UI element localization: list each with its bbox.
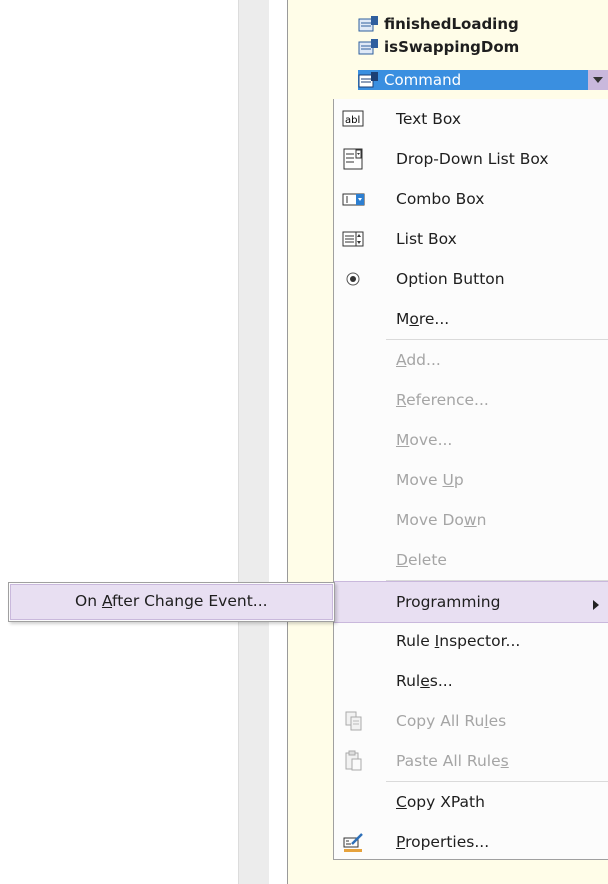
chevron-down-icon xyxy=(593,77,603,83)
chevron-right-icon xyxy=(593,596,599,614)
menu-item-rule-inspector[interactable]: Rule Inspector... xyxy=(334,621,608,661)
menu-item-copy-xpath[interactable]: Copy XPath xyxy=(334,782,608,822)
menu-item-drop-down-list-box[interactable]: Drop-Down List Box xyxy=(334,139,608,179)
option-button-icon xyxy=(342,267,366,291)
menu-item-more[interactable]: More... xyxy=(334,299,608,339)
tree-node-label: Command xyxy=(384,71,462,89)
tree-node-isswappingdom[interactable]: isSwappingDom xyxy=(358,37,519,57)
menu-item-copy-all-rules: Copy All Rules xyxy=(334,701,608,741)
menu-item-delete: Delete xyxy=(396,551,447,569)
menu-item-option-button[interactable]: Option Button xyxy=(334,259,608,299)
menu-item-list-box[interactable]: List Box xyxy=(334,219,608,259)
tree-node-finishedloading[interactable]: finishedLoading xyxy=(358,14,519,34)
svg-text:abl: abl xyxy=(345,115,360,126)
tree-node-command[interactable]: Command xyxy=(358,70,608,90)
tree-node-label: finishedLoading xyxy=(384,15,519,33)
menu-item-move-down: Move Down xyxy=(396,511,487,529)
menu-item-programming[interactable]: Programming xyxy=(334,581,608,623)
menu-item-paste-all-rules: Paste All Rules xyxy=(334,741,608,781)
combobox-icon xyxy=(342,187,366,211)
programming-submenu: On After Change Event... xyxy=(8,582,335,622)
field-attribute-icon xyxy=(358,38,380,56)
gutter-spacer xyxy=(269,0,287,884)
tree-node-label: isSwappingDom xyxy=(384,38,520,56)
listbox-icon xyxy=(342,227,366,251)
node-dropdown-button[interactable] xyxy=(588,70,608,90)
menu-item-reference: Reference... xyxy=(396,391,489,409)
copy-rules-icon xyxy=(342,709,366,733)
paste-rules-icon xyxy=(342,749,366,773)
field-attribute-icon xyxy=(358,71,380,89)
dropdown-list-icon xyxy=(342,147,366,171)
menu-item-add: Add... xyxy=(396,351,441,369)
properties-icon xyxy=(342,830,366,854)
menu-item-properties[interactable]: Properties... xyxy=(334,822,608,862)
left-gutter xyxy=(238,0,270,884)
field-attribute-icon xyxy=(358,15,380,33)
menu-item-text-box[interactable]: abl Text Box xyxy=(334,99,608,139)
menu-item-move: Move... xyxy=(396,431,453,449)
menu-item-rules[interactable]: Rules... xyxy=(334,661,608,701)
context-menu: abl Text Box Drop-Down List Box Combo Bo… xyxy=(333,99,608,860)
textbox-icon: abl xyxy=(342,107,366,131)
menu-item-combo-box[interactable]: Combo Box xyxy=(334,179,608,219)
menu-item-on-after-change-event[interactable]: On After Change Event... xyxy=(10,584,333,620)
menu-item-move-up: Move Up xyxy=(396,471,464,489)
